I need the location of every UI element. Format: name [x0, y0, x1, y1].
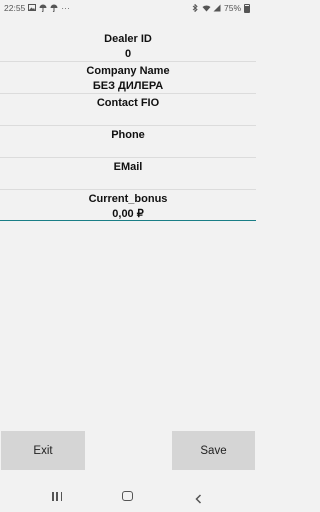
umbrella-icon	[39, 4, 47, 13]
dealer-id-value: 0	[124, 48, 132, 60]
email-row: EMail	[0, 158, 256, 190]
company-name-label: Company Name	[86, 65, 170, 77]
image-icon	[28, 4, 37, 12]
home-icon[interactable]	[122, 491, 133, 501]
phone-value	[0, 143, 256, 158]
phone-row: Phone	[0, 126, 256, 158]
signal-icon	[213, 4, 221, 12]
umbrella-icon	[50, 4, 58, 13]
exit-button[interactable]: Exit	[1, 431, 85, 470]
current-bonus-row: Current_bonus 0,00 ₽	[0, 190, 256, 221]
bluetooth-icon	[191, 3, 199, 13]
dealer-form: Dealer ID 0 Company Name БЕЗ ДИЛЕРА Cont…	[0, 30, 256, 221]
company-name-value: БЕЗ ДИЛЕРА	[92, 80, 164, 92]
battery-percent: 75%	[223, 3, 241, 13]
battery-icon	[244, 3, 250, 13]
status-time: 22:55	[4, 3, 26, 13]
status-left: 22:55 ···	[4, 3, 70, 13]
status-bar: 22:55 ··· 75%	[0, 0, 256, 16]
email-label: EMail	[113, 161, 143, 173]
company-name-row: Company Name БЕЗ ДИЛЕРА	[0, 62, 256, 94]
save-button[interactable]: Save	[172, 431, 255, 470]
contact-fio-value	[0, 111, 256, 126]
system-navbar	[0, 480, 256, 512]
phone-label: Phone	[111, 129, 145, 141]
status-right: 75%	[191, 3, 250, 13]
wifi-icon	[202, 4, 211, 12]
recents-icon[interactable]	[52, 492, 62, 501]
contact-fio-row: Contact FIO	[0, 94, 256, 126]
current-bonus-value: 0,00 ₽	[112, 208, 144, 220]
dealer-id-row: Dealer ID 0	[0, 30, 256, 62]
contact-fio-label: Contact FIO	[96, 97, 160, 109]
dealer-id-label: Dealer ID	[104, 33, 152, 45]
back-icon[interactable]	[194, 491, 204, 504]
current-bonus-label: Current_bonus	[88, 193, 168, 205]
email-value	[0, 175, 256, 190]
more-indicator: ···	[61, 3, 70, 13]
